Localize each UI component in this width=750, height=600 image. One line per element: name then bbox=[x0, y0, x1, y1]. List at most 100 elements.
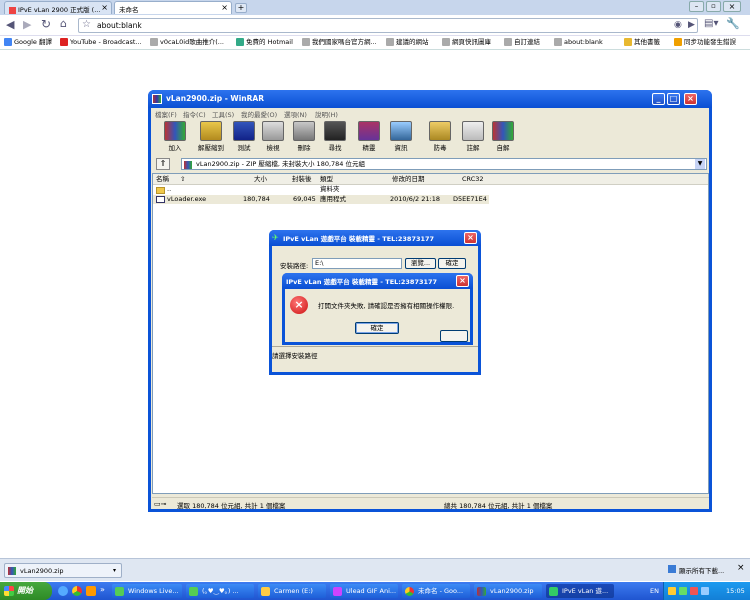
menu-help[interactable]: 說明(H) bbox=[315, 109, 338, 119]
taskbar-item-ulead[interactable]: Ulead GIF Ani... bbox=[330, 584, 398, 598]
sync-error[interactable]: 同步功能發生錯誤 bbox=[674, 37, 736, 48]
antivirus-button[interactable]: 防毒 bbox=[425, 121, 455, 155]
installer-ok-button[interactable]: 確定 bbox=[438, 258, 466, 269]
column-packed[interactable]: 封裝後 bbox=[292, 175, 312, 184]
close-icon[interactable]: × bbox=[221, 3, 228, 12]
chevron-down-icon[interactable]: ▼ bbox=[695, 159, 705, 169]
bookmark-official[interactable]: 我們國家嗎台官方網... bbox=[302, 37, 380, 48]
language-indicator[interactable]: EN bbox=[650, 587, 659, 595]
menu-options[interactable]: 選項(N) bbox=[284, 109, 307, 119]
minimize-button[interactable]: _ bbox=[652, 93, 665, 105]
show-all-downloads[interactable]: 顯示所有下載... bbox=[679, 565, 724, 575]
column-crc32[interactable]: CRC32 bbox=[462, 175, 484, 184]
row-name: vLoader.exe bbox=[167, 195, 207, 203]
extract-icon bbox=[200, 121, 222, 141]
bookmark-webslice[interactable]: 網頁快訊圖庫 bbox=[442, 37, 491, 48]
close-button[interactable]: × bbox=[464, 232, 477, 244]
sfx-button[interactable]: 自解 bbox=[488, 121, 518, 155]
taskbar-item-ipve[interactable]: IPvE vLan 遊... bbox=[546, 584, 614, 598]
new-tab-button[interactable]: + bbox=[235, 3, 247, 13]
install-path-input[interactable]: E:\ bbox=[312, 258, 402, 269]
up-folder-button[interactable]: ⇑ bbox=[156, 158, 170, 170]
menu-tools[interactable]: 工具(S) bbox=[212, 109, 234, 119]
info-button[interactable]: 資訊 bbox=[386, 121, 416, 155]
menu-favorites[interactable]: 我的最愛(O) bbox=[241, 109, 277, 119]
page-icon bbox=[302, 38, 310, 46]
bookmark-youtube[interactable]: YouTube - Broadcast... bbox=[60, 37, 144, 48]
close-button[interactable]: × bbox=[456, 275, 469, 287]
go-icon[interactable]: ▶ bbox=[688, 20, 695, 30]
tray-icon[interactable] bbox=[701, 587, 709, 595]
tab-ipve-vlan[interactable]: IPvE vLan 2900 正式版 (... × bbox=[4, 1, 112, 14]
add-button[interactable]: 加入 bbox=[160, 121, 190, 155]
bookmark-vocaloid[interactable]: v0caL0id歌曲推介(... bbox=[150, 37, 232, 48]
sfx-icon bbox=[492, 121, 514, 141]
quicklaunch-more-icon[interactable]: » bbox=[100, 585, 105, 594]
back-icon[interactable]: ◀ bbox=[6, 18, 14, 31]
error-ok-button[interactable]: 確定 bbox=[355, 322, 399, 334]
tray-icon[interactable] bbox=[668, 587, 676, 595]
menu-file[interactable]: 檔案(F) bbox=[155, 109, 177, 119]
column-name[interactable]: 名稱 bbox=[156, 175, 169, 184]
tray-icon[interactable] bbox=[690, 587, 698, 595]
bookmark-star-icon[interactable]: ☆ bbox=[82, 19, 91, 30]
bookmark-about-blank[interactable]: about:blank bbox=[554, 37, 603, 48]
bookmarks-bar: Google 翻譯 YouTube - Broadcast... v0caL0i… bbox=[0, 36, 750, 50]
address-bar[interactable]: ☆ about:blank ◉ ▶ bbox=[78, 18, 698, 33]
taskbar-item-chat[interactable]: (｡♥‿♥｡) ... bbox=[186, 584, 254, 598]
browse-button[interactable]: 瀏覽... bbox=[405, 258, 436, 269]
delete-button[interactable]: 刪除 bbox=[289, 121, 319, 155]
tab-label: 未命名 bbox=[119, 6, 139, 14]
wrench-icon[interactable]: 🔧 bbox=[726, 17, 740, 30]
bookmark-custom-links[interactable]: 自訂連結 bbox=[504, 37, 540, 48]
tab-untitled[interactable]: 未命名 × bbox=[114, 1, 232, 14]
folder-icon bbox=[156, 187, 165, 194]
taskbar-item-chrome[interactable]: 未命名 - Goo... bbox=[402, 584, 470, 598]
wizard-button[interactable]: 精靈 bbox=[354, 121, 384, 155]
address-text: about:blank bbox=[97, 21, 142, 30]
column-modified[interactable]: 修改的日期 bbox=[392, 175, 425, 184]
taskbar-item-winrar[interactable]: vLan2900.zip bbox=[474, 584, 542, 598]
close-icon[interactable]: × bbox=[737, 563, 745, 573]
menu-commands[interactable]: 指令(C) bbox=[183, 109, 206, 119]
home-icon[interactable]: ⌂ bbox=[60, 17, 67, 30]
column-size[interactable]: 大小 bbox=[254, 175, 267, 184]
test-button[interactable]: 測試 bbox=[229, 121, 259, 155]
archive-path-bar[interactable]: vLan2900.zip - ZIP 壓縮檔, 未封裝大小 180,784 位元… bbox=[181, 158, 707, 170]
column-type[interactable]: 類型 bbox=[320, 175, 333, 184]
window-minimize-button[interactable]: – bbox=[689, 1, 704, 12]
quicklaunch-ie-icon[interactable] bbox=[58, 586, 68, 596]
maximize-button[interactable]: □ bbox=[667, 93, 680, 105]
view-button[interactable]: 檢視 bbox=[258, 121, 288, 155]
tray-clock[interactable]: 15:05 bbox=[726, 587, 745, 595]
close-button[interactable]: × bbox=[684, 93, 697, 105]
bookmark-hotmail[interactable]: 免費的 Hotmail bbox=[236, 37, 296, 48]
forward-icon[interactable]: ▶ bbox=[23, 18, 31, 31]
window-maximize-button[interactable]: ▫ bbox=[706, 1, 721, 12]
taskbar-item-carmen[interactable]: Carmen (E:) bbox=[258, 584, 326, 598]
winrar-icon bbox=[152, 94, 162, 104]
download-item[interactable]: vLan2900.zip ▾ bbox=[4, 563, 122, 578]
installer-title-bar[interactable]: ✈ IPvE vLan 遊戲平台 裝載精靈 - TEL:23873177 × bbox=[269, 230, 481, 246]
comment-button[interactable]: 註解 bbox=[458, 121, 488, 155]
start-button[interactable]: 開始 bbox=[0, 582, 52, 600]
bookmark-suggested[interactable]: 建議的網站 bbox=[386, 37, 429, 48]
window-close-button[interactable]: × bbox=[723, 1, 741, 12]
quicklaunch-chrome-icon[interactable] bbox=[72, 586, 82, 596]
taskbar-item-windows-live[interactable]: Windows Live... bbox=[112, 584, 182, 598]
installer-ok-button-behind bbox=[440, 330, 468, 342]
other-bookmarks[interactable]: 其他書籤 bbox=[624, 37, 660, 48]
quicklaunch-media-icon[interactable] bbox=[86, 586, 96, 596]
page-icon bbox=[150, 38, 158, 46]
close-icon[interactable]: × bbox=[101, 3, 108, 12]
extract-to-button[interactable]: 解壓縮到 bbox=[194, 121, 228, 155]
bookmark-google-translate[interactable]: Google 翻譯 bbox=[4, 37, 52, 48]
error-title-bar[interactable]: IPvE vLan 遊戲平台 裝載精靈 - TEL:23873177 × bbox=[282, 273, 473, 289]
find-button[interactable]: 尋找 bbox=[320, 121, 350, 155]
page-menu-icon[interactable]: ▤▾ bbox=[704, 18, 718, 29]
chevron-down-icon[interactable]: ▾ bbox=[113, 567, 116, 574]
globe-icon: ◉ bbox=[674, 20, 682, 30]
winrar-title-bar[interactable]: vLan2900.zip - WinRAR _ □ × bbox=[148, 90, 712, 108]
tray-icon[interactable] bbox=[679, 587, 687, 595]
reload-icon[interactable]: ↻ bbox=[41, 17, 51, 31]
